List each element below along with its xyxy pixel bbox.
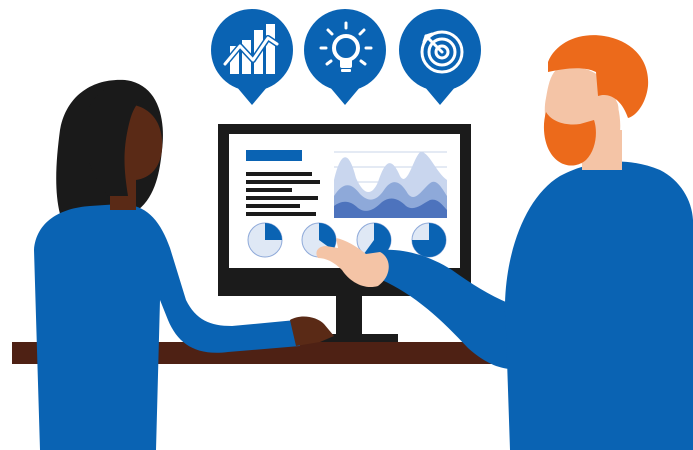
growth-chart-icon — [211, 9, 293, 105]
dashboard-title-bar — [246, 150, 302, 161]
lightbulb-icon — [304, 9, 386, 105]
target-icon — [399, 9, 481, 105]
illustration — [12, 9, 693, 450]
